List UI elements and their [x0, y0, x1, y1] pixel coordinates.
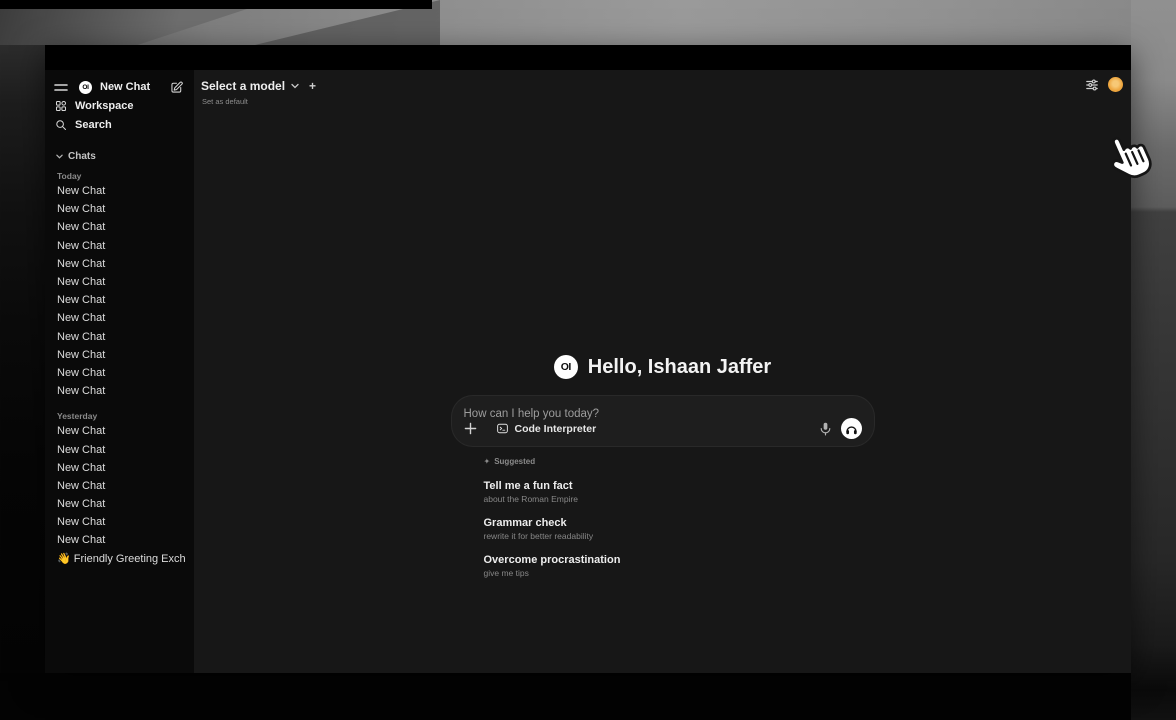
suggested-prompt-title: Tell me a fun fact: [484, 480, 875, 492]
window-top-strip: [45, 45, 1131, 70]
sidebar-header: OI New Chat: [54, 78, 186, 96]
chat-list-item[interactable]: New Chat: [54, 513, 186, 531]
chat-list-item[interactable]: New Chat: [54, 309, 186, 327]
app-window: OI New Chat Workspace Search: [45, 45, 1131, 673]
suggested-prompt-title: Overcome procrastination: [484, 554, 875, 566]
chat-list-item[interactable]: New Chat: [54, 477, 186, 495]
chat-list-item[interactable]: New Chat: [54, 237, 186, 255]
hand-cursor: [1100, 129, 1154, 185]
suggested-label: Suggested: [494, 457, 535, 466]
chat-list-item[interactable]: New Chat: [54, 422, 186, 440]
chat-list-item[interactable]: New Chat: [54, 346, 186, 364]
greeting: OI Hello, Ishaan Jaffer: [451, 355, 875, 379]
chats-section-toggle[interactable]: Chats: [54, 150, 186, 163]
chat-list-item[interactable]: New Chat: [54, 273, 186, 291]
voice-call-button[interactable]: [841, 418, 862, 439]
suggested-prompt-title: Grammar check: [484, 517, 875, 529]
chat-list-yesterday: New ChatNew ChatNew ChatNew ChatNew Chat…: [54, 422, 186, 549]
chat-group-label-yesterday: Yesterday: [54, 410, 186, 422]
search-icon: [55, 119, 67, 131]
suggested-header: ✦ Suggested: [484, 456, 875, 467]
chat-list-item[interactable]: New Chat: [54, 200, 186, 218]
user-avatar[interactable]: [1108, 77, 1123, 92]
chat-list-item[interactable]: New Chat: [54, 364, 186, 382]
chat-group-label-today: Today: [54, 170, 186, 182]
workspace-icon: [55, 100, 67, 112]
suggested-section: ✦ Suggested Tell me a fun fact about the…: [451, 456, 875, 578]
chat-list-item-named[interactable]: 👋 Friendly Greeting Exchange: [54, 550, 186, 568]
code-interpreter-label: Code Interpreter: [515, 423, 597, 435]
app-logo: OI: [554, 355, 578, 379]
chats-section-label: Chats: [68, 151, 96, 162]
code-interpreter-toggle[interactable]: Code Interpreter: [496, 422, 597, 435]
plus-icon[interactable]: [464, 422, 477, 435]
suggested-prompt[interactable]: Overcome procrastination give me tips: [484, 554, 875, 579]
chat-list-item[interactable]: New Chat: [54, 218, 186, 236]
composer: Code Interpreter: [451, 395, 875, 447]
sidebar-item-label: Search: [75, 119, 112, 131]
chat-list-item[interactable]: New Chat: [54, 440, 186, 458]
suggested-prompt[interactable]: Tell me a fun fact about the Roman Empir…: [484, 480, 875, 505]
app-logo: OI: [79, 81, 92, 94]
composer-toolbar: Code Interpreter: [464, 418, 862, 439]
greeting-text: Hello, Ishaan Jaffer: [588, 356, 771, 379]
chevron-down-icon: [291, 83, 299, 89]
sparkles-icon: ✦: [484, 457, 491, 466]
chat-list-item[interactable]: New Chat: [54, 382, 186, 400]
sidebar: OI New Chat Workspace Search: [45, 70, 194, 673]
wallpaper-left-band: [0, 45, 45, 673]
wallpaper-right-band: [1131, 0, 1176, 720]
main-content: Select a model + Set as default OI Hello…: [194, 70, 1131, 673]
chat-list-item[interactable]: New Chat: [54, 255, 186, 273]
wallpaper-bottom-band: [0, 673, 1131, 720]
topbar-actions: [1085, 77, 1123, 92]
sidebar-item-search[interactable]: Search: [54, 115, 186, 134]
code-interpreter-icon: [496, 422, 509, 435]
sliders-icon[interactable]: [1085, 78, 1099, 92]
chat-list-item[interactable]: New Chat: [54, 291, 186, 309]
suggested-prompt[interactable]: Grammar check rewrite it for better read…: [484, 517, 875, 542]
model-selector[interactable]: Select a model +: [201, 79, 316, 93]
hero-section: OI Hello, Ishaan Jaffer Code Inter: [451, 355, 875, 578]
chat-list-item[interactable]: New Chat: [54, 459, 186, 477]
chevron-down-icon: [56, 154, 63, 159]
chat-list-item[interactable]: New Chat: [54, 495, 186, 513]
mic-icon[interactable]: [820, 422, 831, 436]
model-selector-label: Select a model: [201, 79, 285, 93]
sidebar-title: New Chat: [100, 81, 150, 93]
suggested-prompt-subtitle: give me tips: [484, 568, 875, 578]
suggested-prompt-subtitle: about the Roman Empire: [484, 494, 875, 504]
new-chat-icon[interactable]: [170, 81, 183, 94]
chat-list-item[interactable]: New Chat: [54, 531, 186, 549]
set-default-button[interactable]: Set as default: [202, 97, 248, 106]
wallpaper-shape: [0, 0, 432, 9]
sidebar-item-workspace[interactable]: Workspace: [54, 96, 186, 115]
chat-list-today: New ChatNew ChatNew ChatNew ChatNew Chat…: [54, 182, 186, 400]
add-model-button[interactable]: +: [309, 79, 316, 93]
suggested-prompts: Tell me a fun fact about the Roman Empir…: [484, 480, 875, 579]
headphones-icon: [845, 423, 858, 435]
sidebar-item-label: Workspace: [75, 100, 134, 112]
chat-list-item[interactable]: New Chat: [54, 328, 186, 346]
suggested-prompt-subtitle: rewrite it for better readability: [484, 531, 875, 541]
sidebar-toggle-icon[interactable]: [54, 82, 68, 93]
chat-list-item[interactable]: New Chat: [54, 182, 186, 200]
